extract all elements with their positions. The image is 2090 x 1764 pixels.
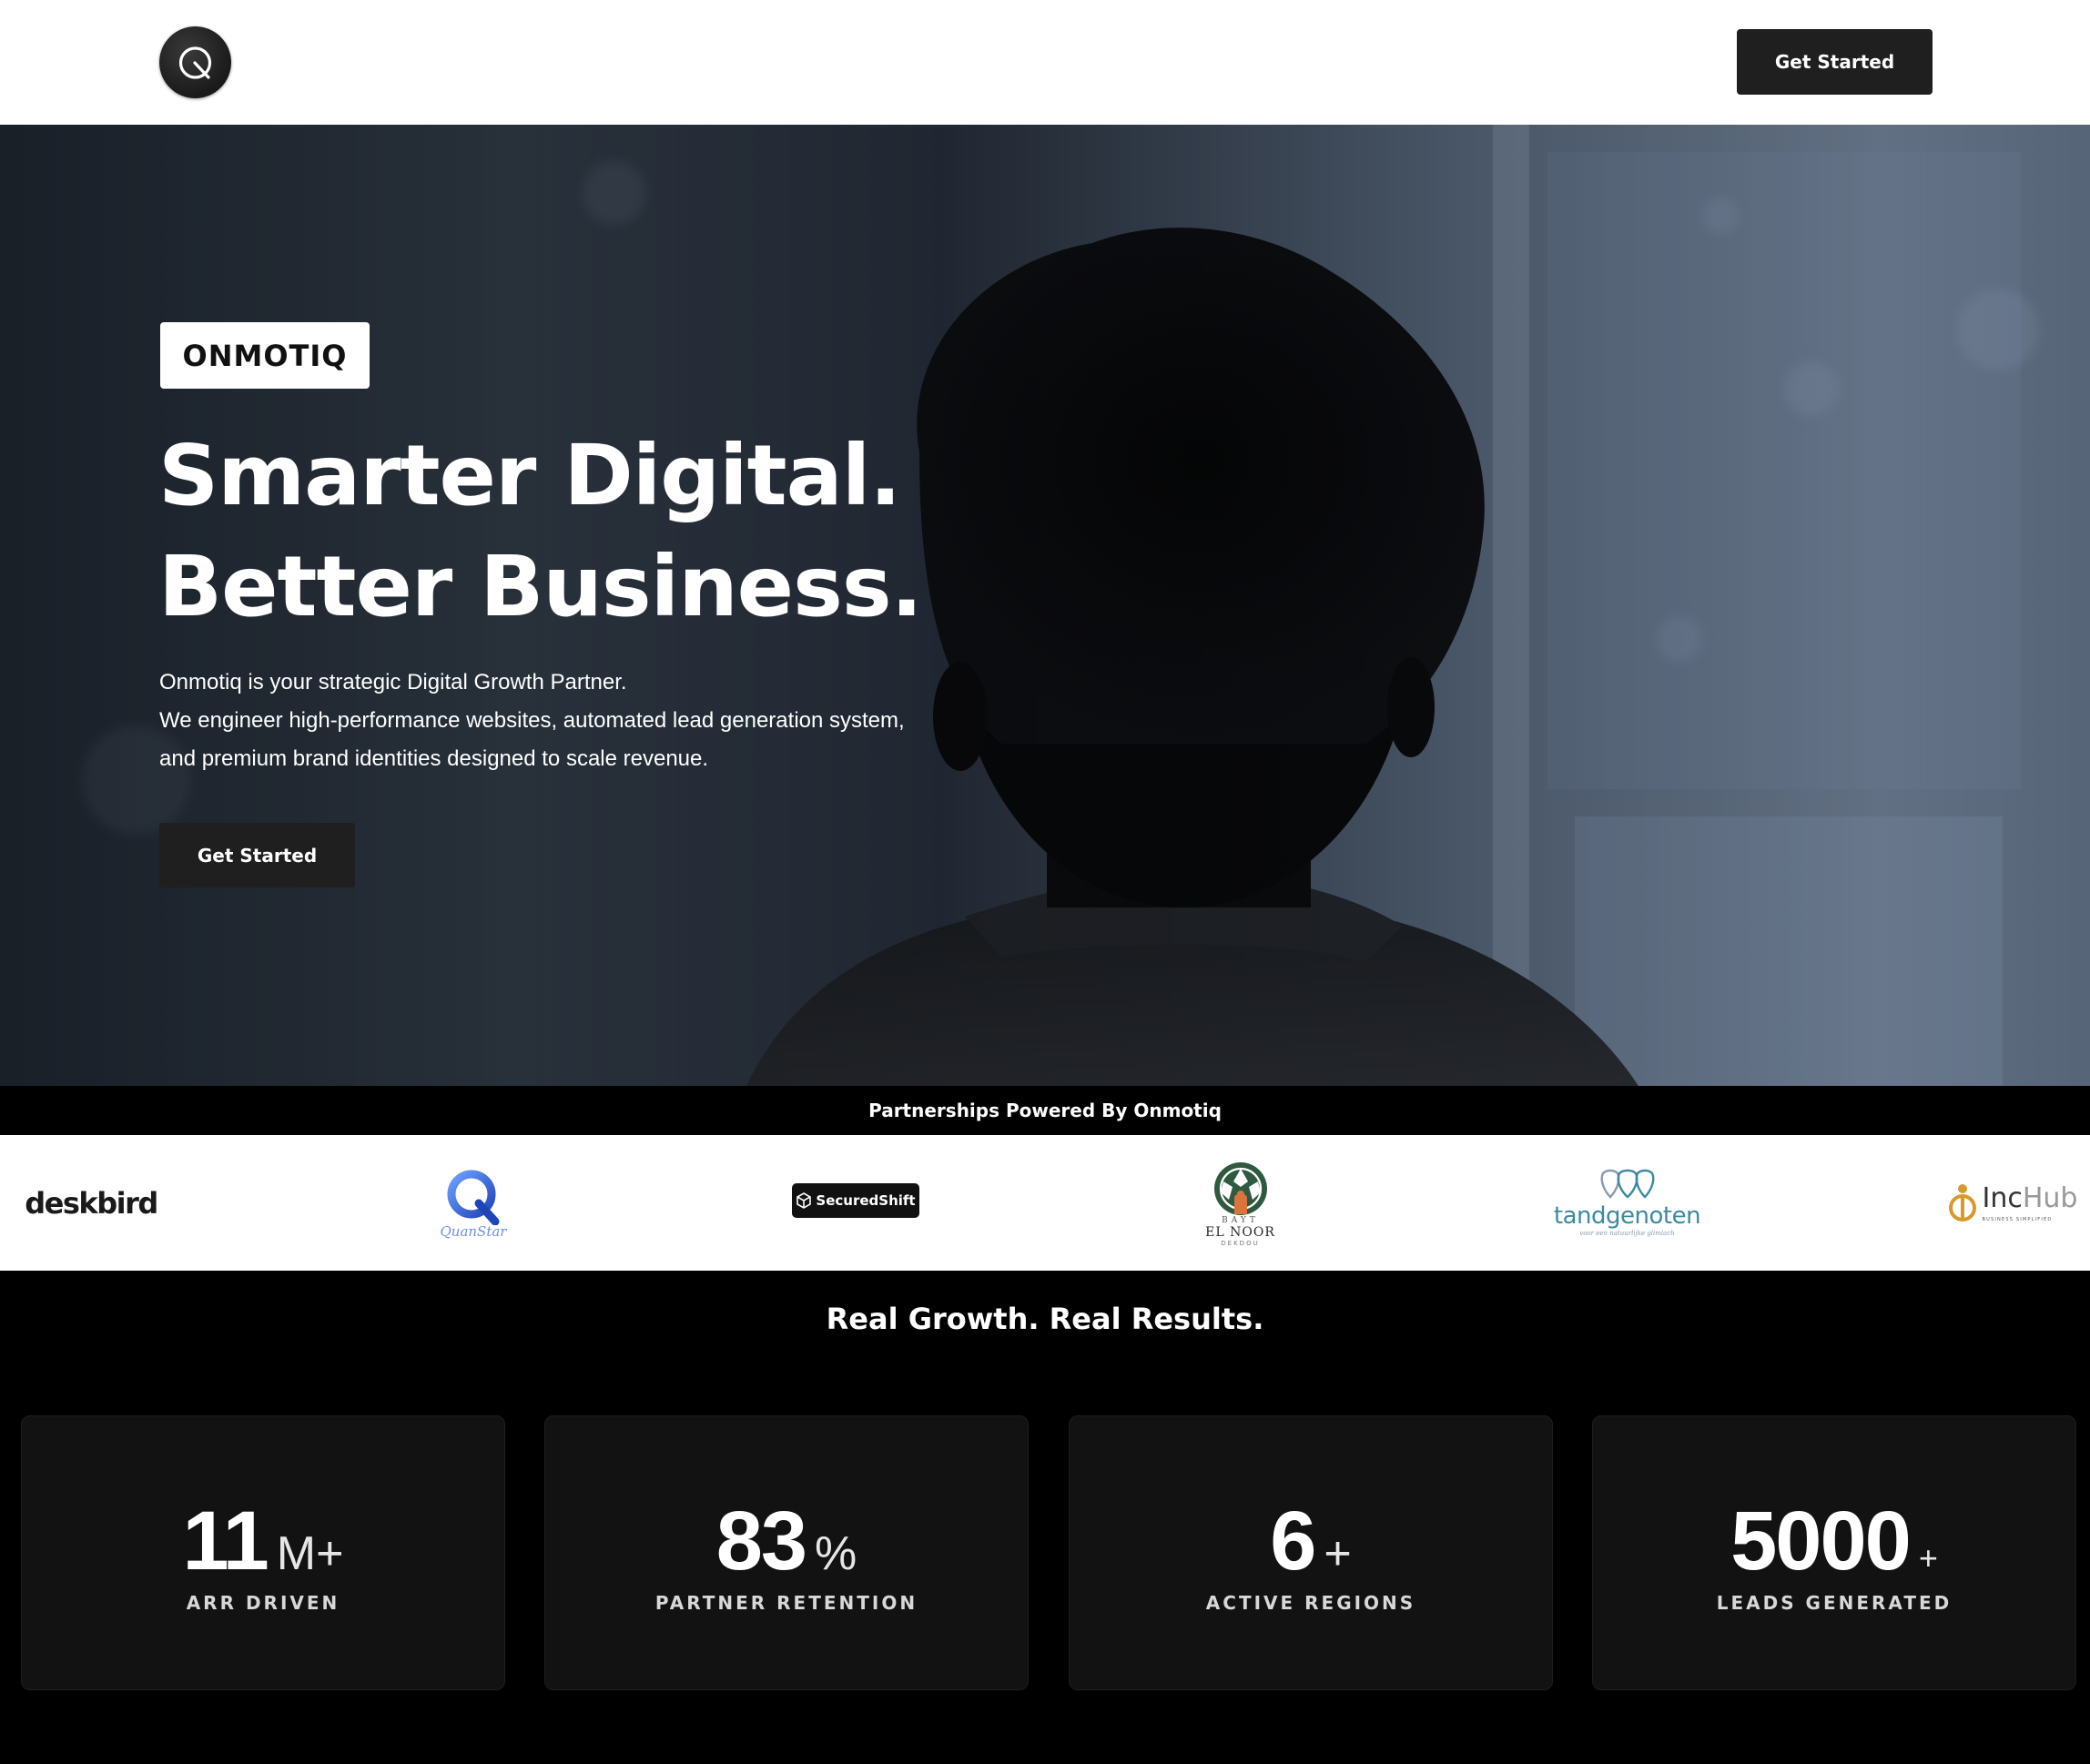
- inchub-wordmark: IncHub BUSINESS SIMPLIFIED: [1982, 1181, 2078, 1222]
- hero-section: ONMOTIQ Smarter Digital. Better Business…: [0, 125, 2090, 1086]
- results-heading: Real Growth. Real Results.: [826, 1302, 1264, 1336]
- partner-logo-securedshift: SecuredShift: [792, 1183, 919, 1218]
- quanstar-q-icon: [447, 1170, 500, 1225]
- q-logo-icon: [178, 46, 212, 79]
- partnerships-heading: Partnerships Powered By Onmotiq: [0, 1086, 2090, 1135]
- top-navigation: Get Started: [0, 0, 2090, 125]
- hero-get-started-button[interactable]: Get Started: [159, 823, 355, 887]
- partner-logo-bayt-el-noor: BAYT EL NOOR DEKDOU: [1192, 1158, 1288, 1249]
- description-line-3: and premium brand identities designed to…: [159, 746, 709, 771]
- stat-card-arr: 11 M+ ARR DRIVEN: [21, 1415, 505, 1690]
- partner-logo-quanstar: QuanStar: [428, 1162, 519, 1246]
- stat-label: PARTNER RETENTION: [654, 1592, 918, 1614]
- headline-line-1: Smarter Digital.: [158, 427, 901, 524]
- stat-value: 11 M+: [182, 1495, 344, 1587]
- partner-logos-strip: deskbird QuanStar SecuredShift BAYT EL N…: [0, 1135, 2090, 1271]
- partner-logo-tandgenoten: tandgenoten voor een natuurlijke glimlac…: [1552, 1161, 1702, 1244]
- tandgenoten-teeth-icon: [1600, 1169, 1654, 1199]
- stat-value: 83%: [715, 1495, 857, 1587]
- description-line-2: We engineer high-performance websites, a…: [159, 708, 905, 733]
- cube-icon: [796, 1192, 812, 1209]
- onmotiq-logo[interactable]: [159, 26, 231, 98]
- brand-badge: ONMOTIQ: [160, 322, 370, 389]
- hero-headline: Smarter Digital. Better Business.: [158, 421, 923, 643]
- description-line-1: Onmotiq is your strategic Digital Growth…: [159, 670, 627, 694]
- partner-logo-inchub: IncHub BUSINESS SIMPLIFIED: [1943, 1176, 2080, 1231]
- inchub-person-icon: [1948, 1184, 1976, 1222]
- stat-value: 6 +: [1270, 1495, 1352, 1587]
- stat-label: ACTIVE REGIONS: [1205, 1592, 1416, 1614]
- hero-description: Onmotiq is your strategic Digital Growth…: [159, 664, 905, 778]
- partner-logo-deskbird: deskbird: [25, 1186, 158, 1221]
- stat-card-regions: 6 + ACTIVE REGIONS: [1069, 1415, 1553, 1690]
- inchub-name: IncHub: [1982, 1181, 2078, 1214]
- headline-line-2: Better Business.: [158, 538, 923, 635]
- stat-label: ARR DRIVEN: [186, 1592, 340, 1614]
- bayt-el-noor-emblem-icon: [1213, 1162, 1267, 1215]
- stat-card-retention: 83% PARTNER RETENTION: [544, 1415, 1029, 1690]
- stat-value: 5000 +: [1730, 1495, 1938, 1587]
- nav-get-started-button[interactable]: Get Started: [1737, 29, 1933, 95]
- stat-label: LEADS GENERATED: [1716, 1592, 1953, 1614]
- stat-card-leads: 5000 + LEADS GENERATED: [1592, 1415, 2076, 1690]
